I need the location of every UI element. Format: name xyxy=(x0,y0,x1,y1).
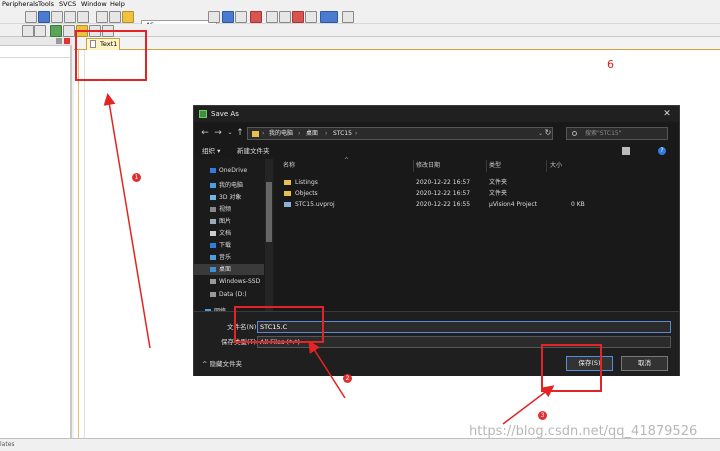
step-badge-one: 1 xyxy=(132,173,141,182)
annotation-arrows xyxy=(103,93,555,425)
step-badge-two: 2 xyxy=(343,374,352,383)
watermark: https://blog.csdn.net/qq_41879526 xyxy=(469,424,698,439)
arrow-one xyxy=(103,93,151,349)
step-badge-three: 3 xyxy=(538,411,547,420)
arrow-two xyxy=(308,340,346,399)
